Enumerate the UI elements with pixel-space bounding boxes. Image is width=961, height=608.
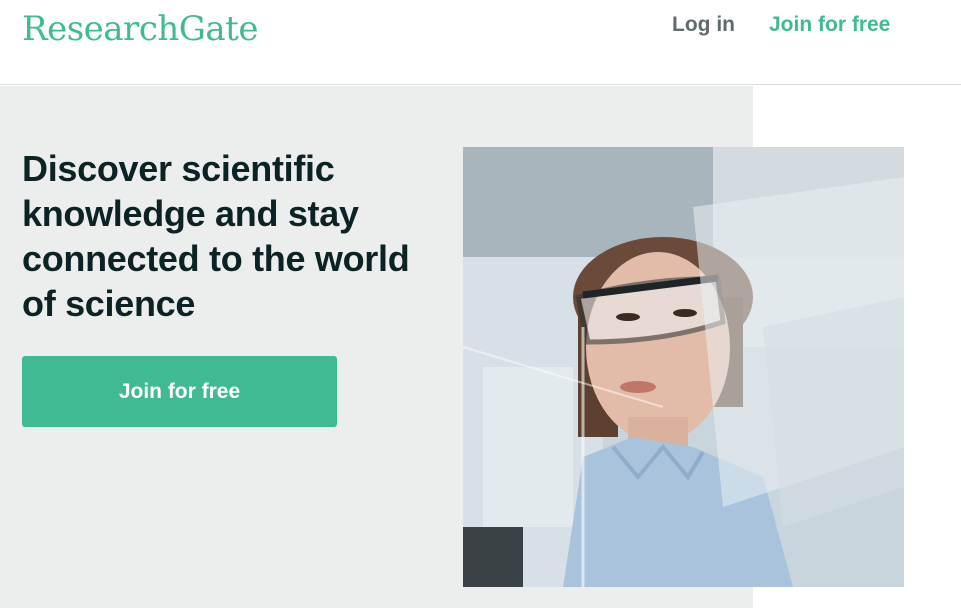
scientist-photo: [463, 147, 904, 587]
login-link[interactable]: Log in: [672, 13, 735, 37]
researchgate-logo[interactable]: ResearchGate: [22, 9, 258, 49]
hero-headline: Discover scientific knowledge and stay c…: [22, 148, 410, 324]
join-for-free-button[interactable]: Join for free: [22, 356, 337, 427]
site-header: ResearchGate Log in Join for free: [0, 0, 961, 85]
join-link[interactable]: Join for free: [769, 13, 890, 37]
scientist-illustration: [463, 147, 904, 587]
